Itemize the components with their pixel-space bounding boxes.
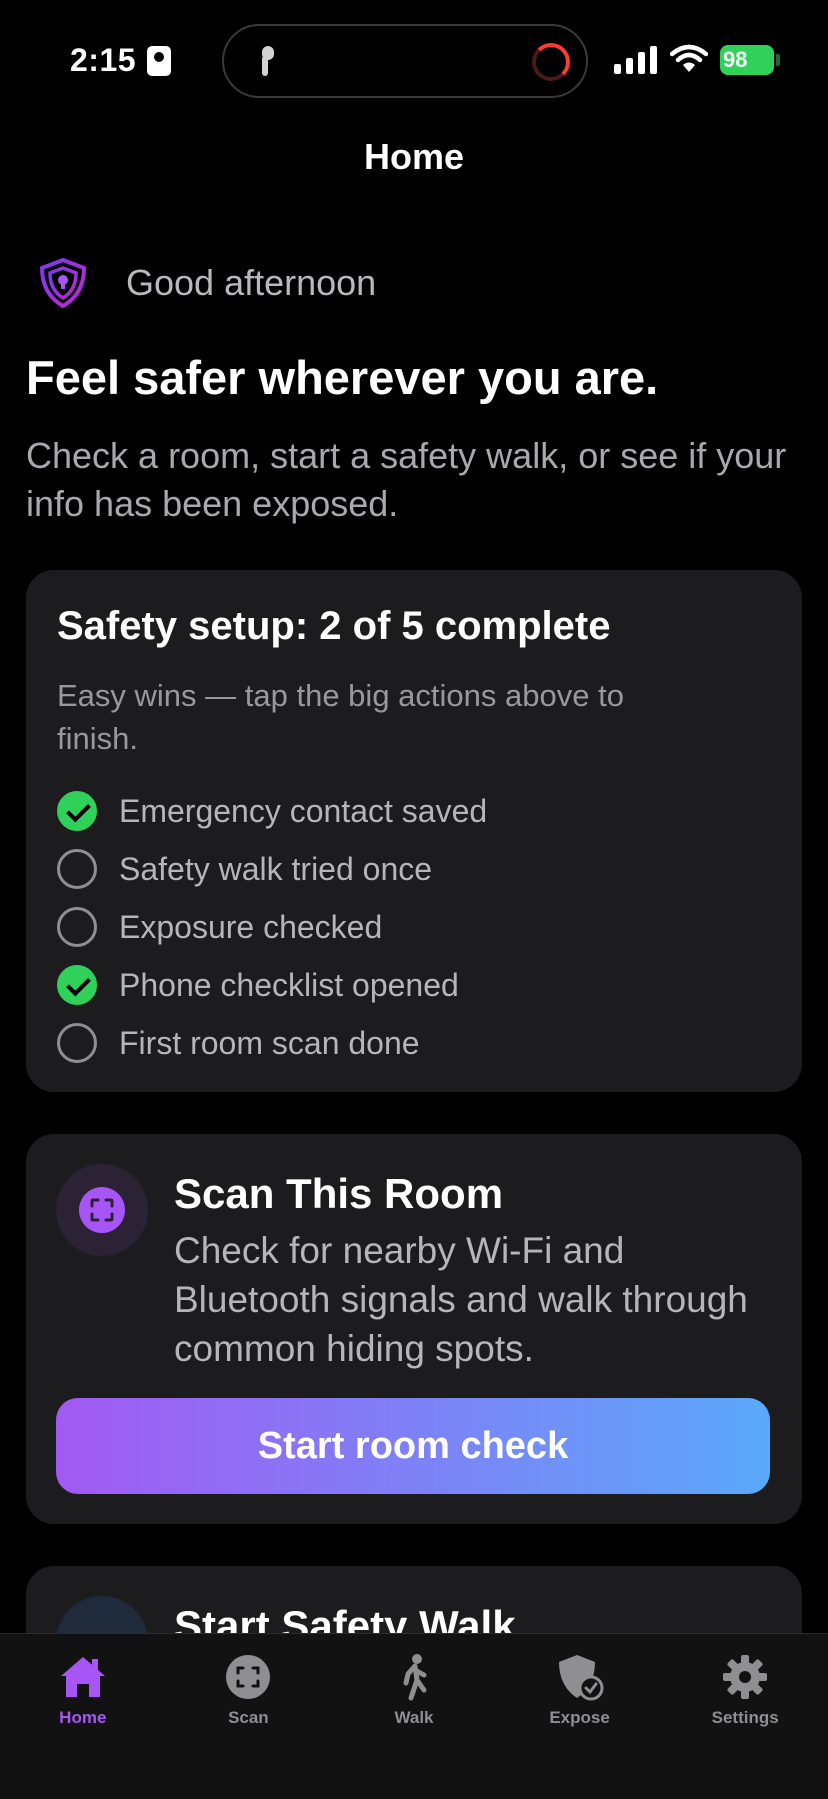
walk-icon: [403, 1654, 427, 1701]
tab-expose-label: Expose: [549, 1708, 610, 1727]
page-title: Home: [363, 136, 465, 177]
scan-card-description: Check for nearby Wi-Fi and Bluetooth sig…: [174, 1230, 748, 1369]
checklist-item: Phone checklist opened: [57, 956, 487, 1014]
tab-scan-label: Scan: [228, 1708, 269, 1727]
tab-walk-label: Walk: [394, 1708, 434, 1727]
tab-expose[interactable]: Expose: [497, 1634, 663, 1799]
checklist-item-label: Safety walk tried once: [119, 850, 433, 887]
airpod-icon: [262, 46, 274, 76]
scan-card-title: Scan This Room: [174, 1170, 504, 1217]
tab-walk[interactable]: Walk: [331, 1634, 497, 1799]
battery-level: 98: [720, 45, 774, 75]
headline: Feel safer wherever you are.: [26, 351, 659, 404]
start-room-check-button[interactable]: Start room check: [56, 1398, 770, 1494]
check-circle-icon: [57, 965, 97, 1005]
greeting-text: Good afternoon: [126, 262, 377, 303]
checklist-item-label: Exposure checked: [119, 908, 383, 945]
greeting-row: Good afternoon: [38, 258, 376, 308]
check-circle-icon: [57, 1023, 97, 1063]
checklist-item: Exposure checked: [57, 898, 487, 956]
setup-description: Easy wins — tap the big actions above to…: [57, 678, 624, 756]
tab-home-label: Home: [59, 1708, 107, 1727]
check-circle-icon: [57, 791, 97, 831]
checklist-item-label: First room scan done: [119, 1024, 420, 1061]
tab-settings-label: Settings: [711, 1708, 779, 1727]
subtitle: Check a room, start a safety walk, or se…: [26, 435, 787, 524]
home-icon: [60, 1657, 105, 1697]
gear-icon: [723, 1655, 768, 1699]
tab-scan[interactable]: Scan: [166, 1634, 332, 1799]
scan-icon: [56, 1164, 148, 1256]
checklist-item: First room scan done: [57, 1014, 487, 1072]
wifi-icon: [670, 44, 708, 72]
shield-check-icon: [558, 1655, 604, 1701]
checklist-item: Safety walk tried once: [57, 840, 487, 898]
check-circle-icon: [57, 907, 97, 947]
clock: 2:15: [70, 42, 137, 78]
dynamic-island: [222, 24, 588, 98]
tab-settings[interactable]: Settings: [662, 1634, 828, 1799]
safety-setup-card: Safety setup: 2 of 5 complete Easy wins …: [26, 570, 802, 1092]
setup-checklist: Emergency contact saved Safety walk trie…: [57, 782, 487, 1072]
activity-ring-icon: [532, 43, 570, 81]
battery-icon: [776, 54, 780, 66]
checklist-item: Emergency contact saved: [57, 782, 487, 840]
contact-badge-icon: [147, 46, 171, 76]
shield-logo-icon: [39, 258, 87, 308]
status-bar: 2:15 98: [0, 0, 828, 120]
tab-bar: Home Scan Walk Expose Settings: [0, 1633, 828, 1799]
scan-icon: [226, 1655, 271, 1699]
checklist-item-label: Emergency contact saved: [119, 792, 488, 829]
setup-progress-title: Safety setup: 2 of 5 complete: [57, 604, 611, 648]
cellular-signal-icon: [614, 46, 657, 74]
check-circle-icon: [57, 849, 97, 889]
scan-room-card: Scan This Room Check for nearby Wi-Fi an…: [26, 1134, 802, 1524]
tab-home[interactable]: Home: [0, 1634, 166, 1799]
checklist-item-label: Phone checklist opened: [119, 966, 459, 1003]
